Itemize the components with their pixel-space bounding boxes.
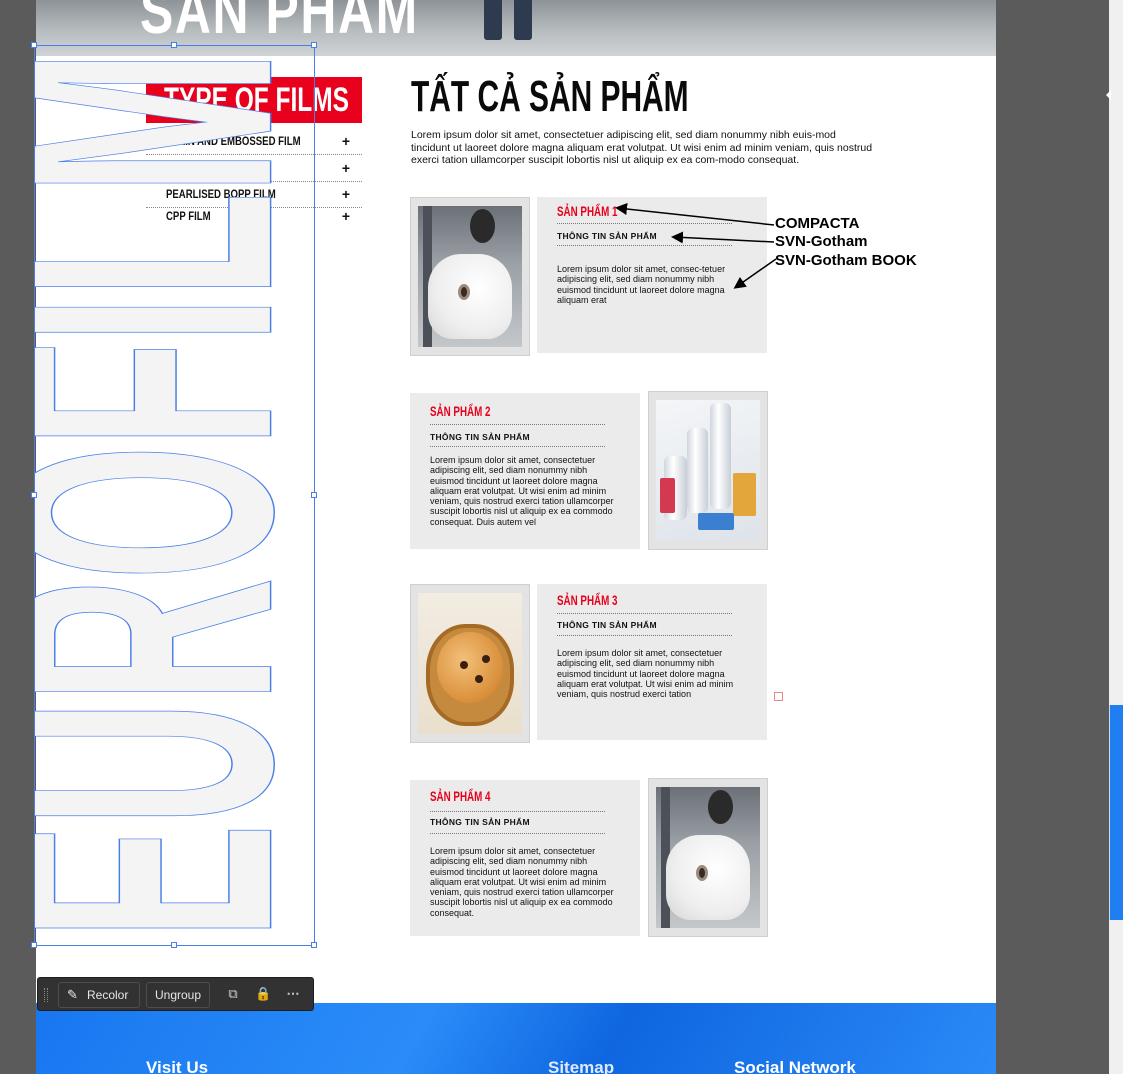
arrow-icon	[671, 231, 775, 244]
recolor-label: Recolor	[87, 988, 129, 1002]
recolor-icon: ✎	[67, 987, 78, 1002]
arrow-icon	[733, 258, 777, 289]
collapse-arrow-icon[interactable]	[1106, 90, 1111, 100]
arrow-icon	[615, 203, 775, 226]
lock-icon[interactable]: 🔒	[255, 986, 271, 1002]
ungroup-label: Ungroup	[155, 988, 202, 1002]
more-icon[interactable]: ⋯	[285, 986, 301, 1002]
annotation-arrows	[615, 203, 777, 289]
ungroup-button[interactable]: Ungroup	[146, 982, 211, 1008]
drag-handle-icon[interactable]	[44, 988, 48, 1002]
recolor-button[interactable]: ✎ Recolor	[58, 982, 140, 1008]
duplicate-icon[interactable]: ⧉	[225, 986, 241, 1002]
right-panel-swatch	[1109, 705, 1123, 920]
contextual-task-bar: ✎ Recolor Ungroup ⧉ 🔒 ⋯	[37, 977, 314, 1011]
